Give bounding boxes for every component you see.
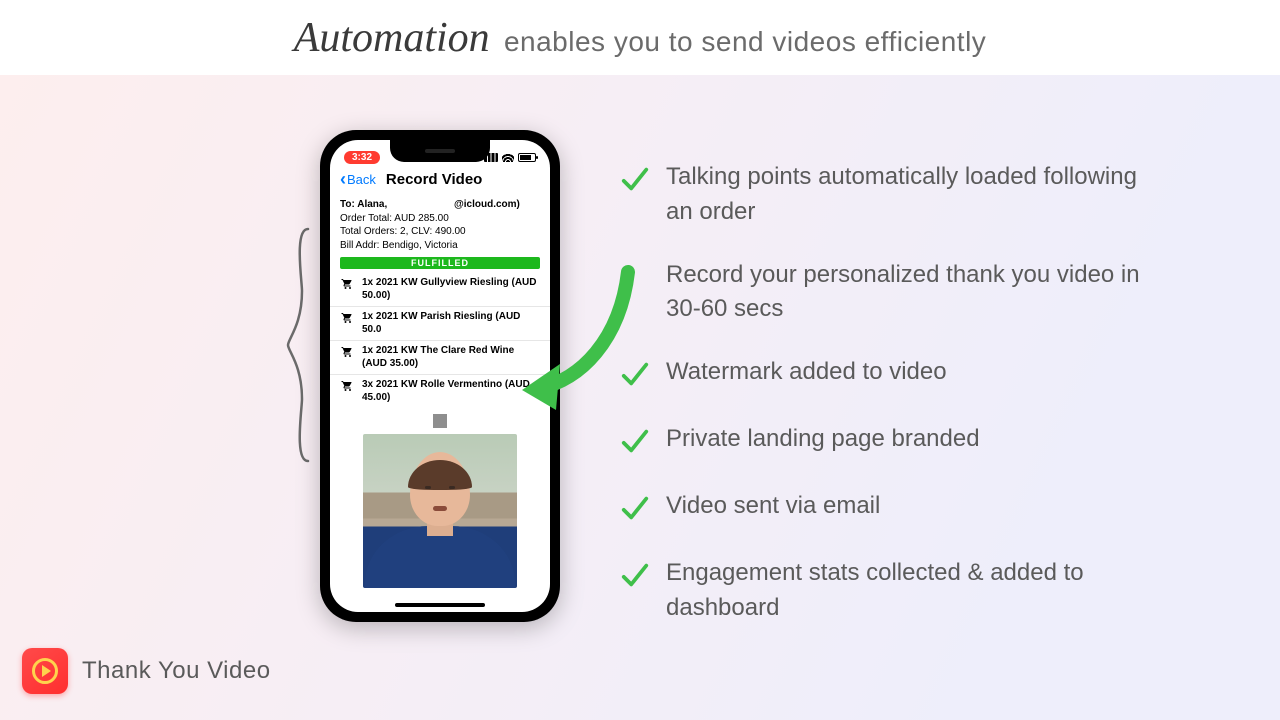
feature-text: Video sent via email [666, 489, 880, 524]
to-name: Alana, [357, 199, 387, 210]
header: Automation enables you to send videos ef… [0, 0, 1280, 75]
to-email-suffix: @icloud.com) [454, 199, 520, 210]
feature-item: Record your personalized thank you video… [620, 258, 1140, 328]
curly-brace [284, 225, 312, 465]
list-item: 1x 2021 KW Parish Riesling (AUD 50.0 [330, 307, 550, 341]
feature-item: Private landing page branded [620, 422, 1140, 461]
meta-order-total: Order Total: AUD 285.00 [340, 212, 540, 226]
brand-name: Thank You Video [82, 657, 271, 685]
status-badge-fulfilled: FULFILLED [340, 257, 540, 269]
main-canvas: Everything you need to know to deliver a… [0, 75, 1280, 720]
video-preview[interactable] [363, 434, 517, 588]
headline-rest: enables you to send videos efficiently [504, 26, 986, 57]
feature-item: Video sent via email [620, 489, 1140, 528]
item-text: 1x 2021 KW The Clare Red Wine (AUD 35.00… [362, 345, 540, 370]
cart-icon [340, 346, 354, 363]
meta-bill-addr: Bill Addr: Bendigo, Victoria [340, 239, 540, 253]
page-title: Automation enables you to send videos ef… [294, 14, 987, 62]
list-item: 3x 2021 KW Rolle Vermentino (AUD 45.00) [330, 375, 550, 408]
item-text: 1x 2021 KW Parish Riesling (AUD 50.0 [362, 311, 540, 336]
redacted-email [390, 200, 454, 209]
feature-text: Record your personalized thank you video… [666, 258, 1140, 328]
feature-text: Private landing page branded [666, 422, 980, 457]
feature-text: Engagement stats collected & added to da… [666, 556, 1140, 626]
feature-list: Talking points automatically loaded foll… [620, 160, 1140, 654]
order-meta: To: Alana, @icloud.com) Order Total: AUD… [330, 194, 550, 254]
back-button[interactable]: ‹ Back [340, 170, 376, 188]
check-icon [620, 426, 650, 461]
status-icons [484, 153, 536, 162]
headline-script: Automation [294, 15, 490, 61]
phone-mockup: 3:32 ‹ Back Record Video To: Alana, @icl… [320, 130, 560, 622]
feature-item: Talking points automatically loaded foll… [620, 160, 1140, 230]
brand-play-icon [22, 648, 68, 694]
check-icon [620, 560, 650, 595]
nav-bar: ‹ Back Record Video [330, 168, 550, 194]
list-item: 1x 2021 KW The Clare Red Wine (AUD 35.00… [330, 341, 550, 375]
feature-item: Engagement stats collected & added to da… [620, 556, 1140, 626]
item-text: 3x 2021 KW Rolle Vermentino (AUD 45.00) [362, 379, 540, 404]
check-icon [620, 493, 650, 528]
home-indicator [395, 603, 485, 607]
check-icon [620, 359, 650, 394]
order-items: 1x 2021 KW Gullyview Riesling (AUD 50.00… [330, 273, 550, 408]
list-item: 1x 2021 KW Gullyview Riesling (AUD 50.00… [330, 273, 550, 307]
recording-time-pill: 3:32 [344, 151, 380, 164]
cart-icon [340, 312, 354, 329]
meta-total-orders: Total Orders: 2, CLV: 490.00 [340, 225, 540, 239]
brand-logo: Thank You Video [22, 648, 271, 694]
cart-icon [340, 380, 354, 397]
wifi-icon [502, 153, 514, 162]
chevron-left-icon: ‹ [340, 170, 346, 188]
feature-text: Talking points automatically loaded foll… [666, 160, 1140, 230]
screen-title: Record Video [386, 171, 482, 188]
to-prefix: To: [340, 199, 357, 210]
feature-item: Watermark added to video [620, 355, 1140, 394]
back-label: Back [347, 172, 376, 187]
battery-icon [518, 153, 536, 162]
feature-text: Watermark added to video [666, 355, 947, 390]
check-icon [620, 164, 650, 199]
phone-screen: 3:32 ‹ Back Record Video To: Alana, @icl… [330, 140, 550, 612]
item-text: 1x 2021 KW Gullyview Riesling (AUD 50.00… [362, 277, 540, 302]
phone-notch [390, 140, 490, 162]
stop-recording-button[interactable] [433, 414, 447, 428]
cart-icon [340, 278, 354, 295]
